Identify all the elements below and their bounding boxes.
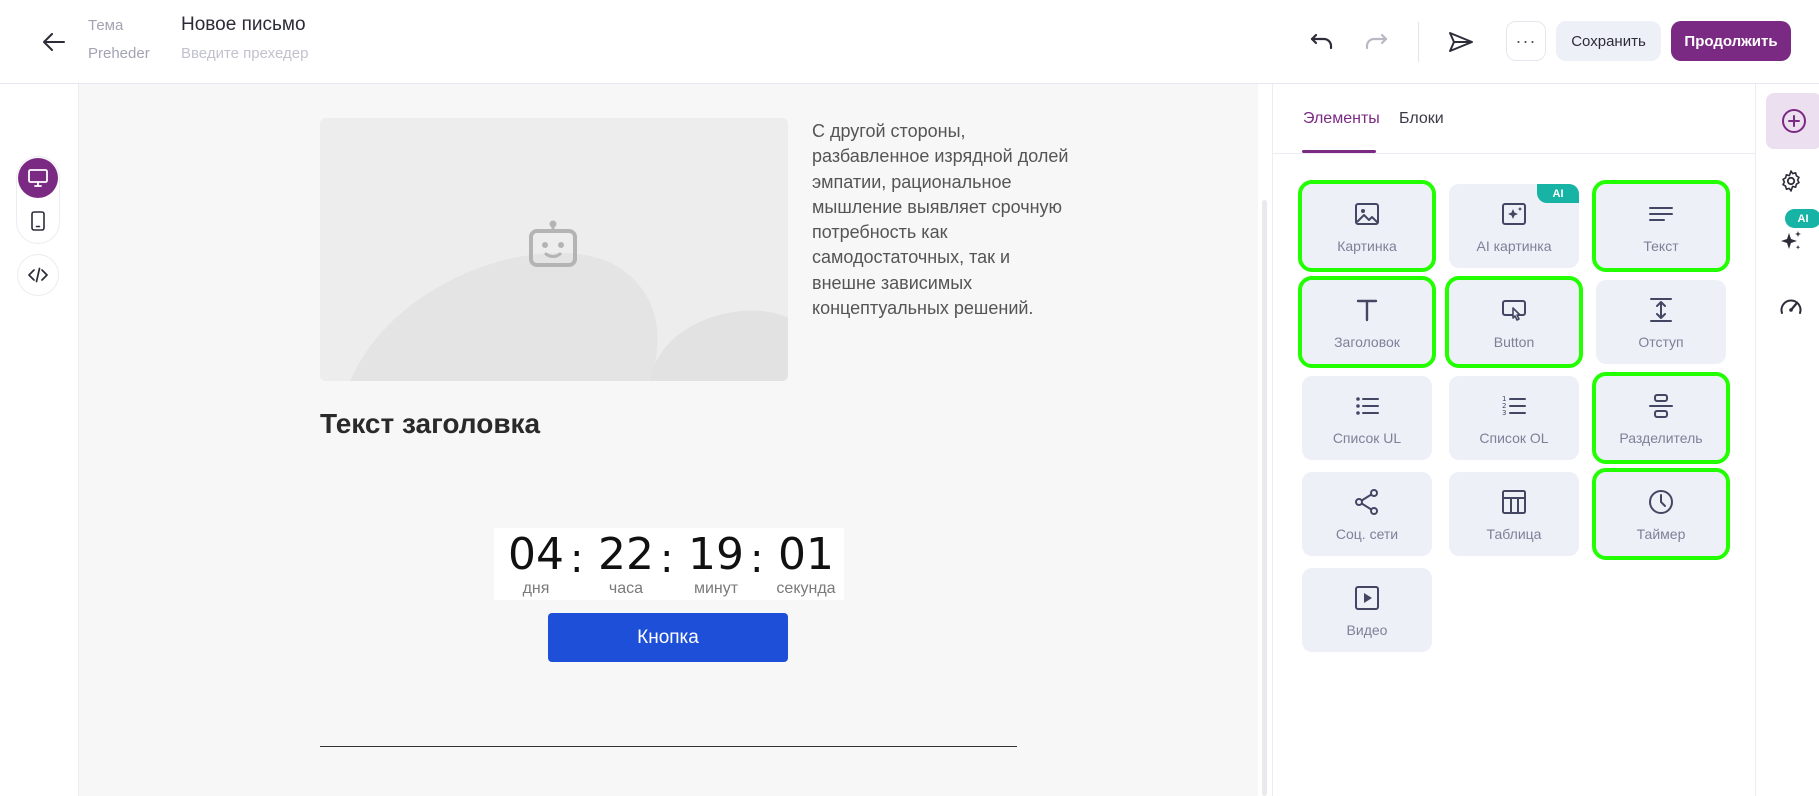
timer-separator: : — [570, 536, 584, 582]
subject-label: Тема — [88, 17, 124, 34]
tab-blocks[interactable]: Блоки — [1399, 110, 1444, 128]
panel-tabs: Элементы Блоки — [1273, 84, 1756, 154]
tab-elements[interactable]: Элементы — [1303, 110, 1380, 128]
numbered-list-icon: 123 — [1502, 395, 1526, 417]
tile-label: Отступ — [1638, 334, 1684, 350]
element-tile-bullet-list[interactable]: Список UL — [1302, 376, 1432, 460]
element-tile-text[interactable]: Текст — [1592, 180, 1730, 272]
continue-button[interactable]: Продолжить — [1671, 21, 1791, 61]
timer-hours-value: 22 — [598, 529, 654, 580]
left-toolbar — [0, 84, 79, 796]
ai-sparkle-icon[interactable] — [1776, 226, 1806, 256]
timer-separator: : — [660, 536, 674, 582]
element-tile-ai-image[interactable]: AI картинка AI — [1449, 184, 1579, 268]
elements-panel: Элементы Блоки Картинка AI картинка AI Т… — [1272, 84, 1756, 796]
tile-label: Разделитель — [1619, 430, 1703, 446]
timer-seconds: 01 секунда — [766, 530, 846, 598]
mobile-view-icon[interactable] — [18, 201, 58, 241]
back-arrow-icon[interactable] — [40, 28, 68, 56]
element-tile-button[interactable]: Button — [1445, 276, 1583, 368]
tile-label: AI картинка — [1476, 238, 1552, 254]
video-icon — [1355, 586, 1379, 610]
tile-label: Button — [1493, 334, 1535, 350]
speedometer-icon[interactable] — [1776, 292, 1806, 322]
bullet-list-icon — [1356, 397, 1379, 415]
share-icon — [1355, 489, 1378, 515]
timer-minutes: 19 минут — [676, 530, 756, 598]
timer-days-value: 04 — [508, 529, 564, 580]
tile-label: Таймер — [1636, 526, 1686, 542]
table-icon — [1502, 490, 1526, 514]
timer-separator: : — [750, 536, 764, 582]
element-tile-video[interactable]: Видео — [1302, 568, 1432, 652]
spacer-icon — [1650, 298, 1672, 322]
timer-seconds-label: секунда — [776, 580, 836, 597]
image-icon — [1355, 203, 1379, 225]
tile-label: Картинка — [1337, 238, 1397, 254]
timer-hours-label: часа — [608, 580, 644, 597]
code-view-icon[interactable] — [17, 254, 59, 296]
ai-badge: AI — [1537, 184, 1579, 203]
preheader-label: Preheder — [88, 45, 150, 62]
timer-hours: 22 часа — [586, 530, 666, 598]
send-icon[interactable] — [1446, 27, 1476, 57]
toolbar-divider — [1418, 22, 1419, 62]
ai-image-icon — [1502, 203, 1526, 225]
save-button[interactable]: Сохранить — [1556, 21, 1661, 61]
timer-minutes-value: 19 — [688, 529, 744, 580]
tile-label: Таблица — [1486, 526, 1542, 542]
tile-label: Видео — [1346, 622, 1388, 638]
canvas-scrollbar[interactable] — [1262, 200, 1267, 796]
tile-label: Список OL — [1479, 430, 1549, 446]
more-options-button[interactable]: ··· — [1506, 21, 1546, 61]
redo-icon[interactable] — [1362, 28, 1390, 56]
countdown-timer[interactable]: 04 дня : 22 часа : 19 минут : 01 секунда — [494, 528, 844, 600]
content-heading[interactable]: Текст заголовка — [320, 408, 540, 440]
element-tile-timer[interactable]: Таймер — [1592, 468, 1730, 560]
button-icon — [1502, 300, 1526, 321]
tile-label: Соц. сети — [1335, 526, 1399, 542]
timer-days: 04 дня — [496, 530, 576, 598]
text-icon — [1649, 207, 1673, 221]
element-tile-image[interactable]: Картинка — [1298, 180, 1436, 272]
desktop-view-icon[interactable] — [18, 158, 58, 198]
element-tile-heading[interactable]: Заголовок — [1298, 276, 1436, 368]
right-rail: AI — [1755, 84, 1819, 796]
device-view-toggle — [16, 156, 60, 244]
divider-icon — [1649, 394, 1673, 418]
timer-days-label: дня — [522, 580, 550, 597]
timer-seconds-value: 01 — [778, 529, 834, 580]
svg-text:3: 3 — [1502, 409, 1506, 417]
email-cta-button[interactable]: Кнопка — [548, 613, 788, 662]
heading-icon — [1356, 299, 1378, 322]
subject-field[interactable]: Новое письмо — [181, 14, 306, 36]
clock-icon — [1649, 490, 1673, 514]
timer-minutes-label: минут — [693, 580, 739, 597]
body-paragraph[interactable]: С другой стороны, разбавленное изрядной … — [812, 119, 1072, 321]
element-tile-numbered-list[interactable]: 123 Список OL — [1449, 376, 1579, 460]
element-tile-social[interactable]: Соц. сети — [1302, 472, 1432, 556]
tile-label: Список UL — [1332, 430, 1402, 446]
element-tile-spacer[interactable]: Отступ — [1596, 280, 1726, 364]
gear-icon[interactable] — [1776, 166, 1806, 196]
top-bar: Тема Preheder Новое письмо ··· Сохранить… — [0, 0, 1819, 84]
add-element-icon[interactable] — [1766, 93, 1819, 149]
element-tile-table[interactable]: Таблица — [1449, 472, 1579, 556]
image-placeholder[interactable] — [320, 118, 788, 381]
element-tile-divider[interactable]: Разделитель — [1592, 372, 1730, 464]
undo-icon[interactable] — [1308, 28, 1336, 56]
tile-label: Текст — [1643, 238, 1679, 254]
active-tab-indicator — [1302, 150, 1376, 153]
tile-label: Заголовок — [1334, 334, 1400, 350]
divider-line[interactable] — [320, 746, 1017, 747]
preheader-input[interactable] — [181, 45, 441, 62]
